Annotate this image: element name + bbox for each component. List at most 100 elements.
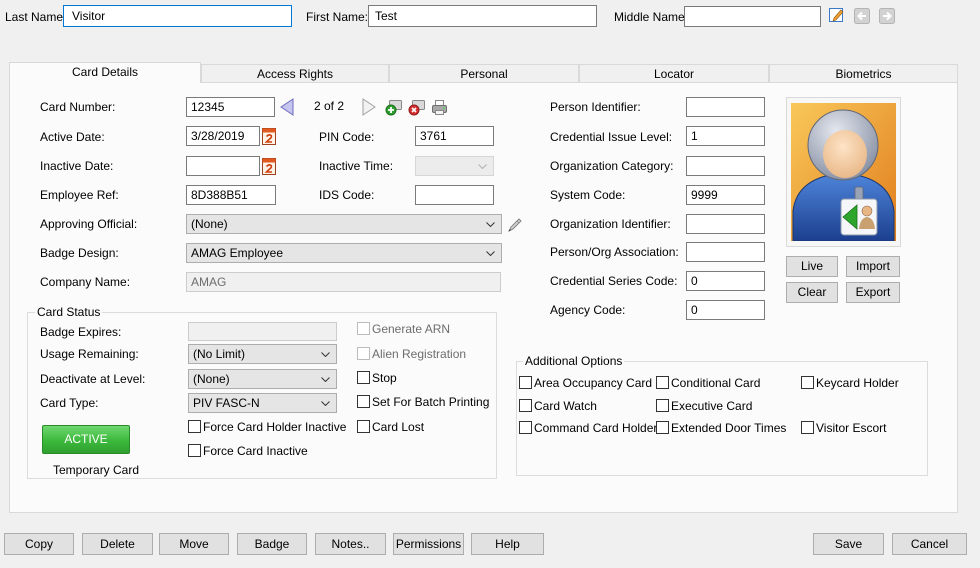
badge-expires-label: Badge Expires: xyxy=(40,325,122,339)
first-name-input[interactable] xyxy=(368,5,597,27)
tab-biometrics[interactable]: Biometrics xyxy=(769,64,958,83)
badge-design-select[interactable]: AMAG Employee xyxy=(186,243,502,263)
ids-code-input[interactable] xyxy=(415,185,494,205)
chevron-down-icon xyxy=(321,352,330,357)
next-card-icon[interactable] xyxy=(362,98,376,116)
organization-category-label: Organization Category: xyxy=(550,159,674,173)
pin-code-label: PIN Code: xyxy=(319,130,375,144)
delete-button[interactable]: Delete xyxy=(82,533,153,555)
cardholder-photo-placeholder-icon[interactable] xyxy=(791,103,896,242)
checkbox-box xyxy=(188,420,201,433)
print-card-icon[interactable] xyxy=(431,99,448,116)
checkbox-label: Set For Batch Printing xyxy=(372,395,490,409)
save-button[interactable]: Save xyxy=(813,533,884,555)
temporary-card-label: Temporary Card xyxy=(53,463,140,477)
pin-code-input[interactable] xyxy=(415,126,494,146)
permissions-button[interactable]: Permissions xyxy=(393,533,464,555)
middle-name-input[interactable] xyxy=(684,6,821,27)
inactive-time-label: Inactive Time: xyxy=(319,159,394,173)
first-name-label: First Name: xyxy=(306,10,369,24)
card-status-active-button[interactable]: ACTIVE xyxy=(42,425,130,454)
active-date-label: Active Date: xyxy=(40,130,105,144)
copy-button[interactable]: Copy xyxy=(4,533,74,555)
organization-identifier-input[interactable] xyxy=(686,214,765,234)
system-code-input[interactable] xyxy=(686,185,765,205)
tab-locator[interactable]: Locator xyxy=(579,64,769,83)
import-button[interactable]: Import xyxy=(846,256,900,277)
approving-official-select[interactable]: (None) xyxy=(186,214,502,234)
tab-personal[interactable]: Personal xyxy=(389,64,579,83)
previous-record-icon[interactable] xyxy=(854,8,870,24)
system-code-label: System Code: xyxy=(550,188,626,202)
export-button[interactable]: Export xyxy=(846,282,900,303)
chevron-down-icon xyxy=(478,164,487,169)
inactive-date-calendar-icon[interactable] xyxy=(262,157,276,175)
agency-code-input[interactable] xyxy=(686,300,765,320)
live-button[interactable]: Live xyxy=(786,256,838,277)
employee-ref-label: Employee Ref: xyxy=(40,188,119,202)
checkbox-label: Executive Card xyxy=(671,399,753,413)
badge-design-label: Badge Design: xyxy=(40,246,119,260)
company-name-input xyxy=(186,272,501,292)
clear-button[interactable]: Clear xyxy=(786,282,838,303)
checkbox-box xyxy=(357,322,370,335)
agency-code-label: Agency Code: xyxy=(550,303,626,317)
company-name-label: Company Name: xyxy=(40,275,131,289)
person-org-association-label: Person/Org Association: xyxy=(550,245,679,259)
tab-card-details[interactable]: Card Details xyxy=(9,62,201,83)
middle-name-label: Middle Name: xyxy=(614,10,689,24)
add-card-icon[interactable] xyxy=(385,99,402,116)
cancel-button[interactable]: Cancel xyxy=(892,533,967,555)
badge-button[interactable]: Badge xyxy=(237,533,307,555)
usage-remaining-value: (No Limit) xyxy=(193,347,246,361)
last-name-input[interactable] xyxy=(63,5,292,27)
usage-remaining-select[interactable]: (No Limit) xyxy=(188,344,337,364)
deactivate-at-level-select[interactable]: (None) xyxy=(188,369,337,389)
checkbox-box xyxy=(656,399,669,412)
checkbox-label: Conditional Card xyxy=(671,376,761,390)
checkbox-label: Stop xyxy=(372,371,397,385)
checkbox-box xyxy=(357,347,370,360)
edit-icon[interactable] xyxy=(829,7,845,23)
move-button[interactable]: Move xyxy=(159,533,229,555)
inactive-time-select[interactable] xyxy=(415,156,494,176)
organization-identifier-label: Organization Identifier: xyxy=(550,217,671,231)
person-identifier-input[interactable] xyxy=(686,97,765,117)
organization-category-input[interactable] xyxy=(686,156,765,176)
checkbox-label: Card Watch xyxy=(534,399,597,413)
credential-issue-level-input[interactable] xyxy=(686,126,765,146)
person-org-association-input[interactable] xyxy=(686,242,765,262)
checkbox-label: Command Card Holder xyxy=(534,421,658,435)
notes-button[interactable]: Notes.. xyxy=(315,533,386,555)
previous-card-icon[interactable] xyxy=(280,98,294,116)
credential-series-code-label: Credential Series Code: xyxy=(550,274,678,288)
card-position-text: 2 of 2 xyxy=(314,99,345,113)
checkbox-box xyxy=(801,421,814,434)
checkbox-label: Alien Registration xyxy=(372,347,467,361)
chevron-down-icon xyxy=(321,377,330,382)
active-date-input[interactable] xyxy=(186,126,260,146)
pen-icon[interactable] xyxy=(507,217,523,233)
last-name-label: Last Name: xyxy=(5,10,67,24)
checkbox-label: Force Card Inactive xyxy=(203,444,308,458)
delete-card-icon[interactable] xyxy=(408,99,425,116)
help-button[interactable]: Help xyxy=(471,533,544,555)
card-type-value: PIV FASC-N xyxy=(193,396,260,410)
card-number-input[interactable] xyxy=(186,97,275,117)
checkbox-label: Force Card Holder Inactive xyxy=(203,420,347,434)
card-type-label: Card Type: xyxy=(40,396,99,410)
card-type-select[interactable]: PIV FASC-N xyxy=(188,393,337,413)
checkbox-label: Generate ARN xyxy=(372,322,451,336)
active-date-calendar-icon[interactable] xyxy=(262,127,276,145)
chevron-down-icon xyxy=(486,222,495,227)
person-identifier-label: Person Identifier: xyxy=(550,100,641,114)
badge-design-value: AMAG Employee xyxy=(191,246,284,260)
next-record-icon[interactable] xyxy=(879,8,895,24)
deactivate-at-level-value: (None) xyxy=(193,372,230,386)
card-number-label: Card Number: xyxy=(40,100,116,114)
tab-access-rights[interactable]: Access Rights xyxy=(201,64,389,83)
employee-ref-input[interactable] xyxy=(186,185,276,205)
inactive-date-input[interactable] xyxy=(186,156,260,176)
credential-series-code-input[interactable] xyxy=(686,271,765,291)
deactivate-at-level-label: Deactivate at Level: xyxy=(40,372,146,386)
